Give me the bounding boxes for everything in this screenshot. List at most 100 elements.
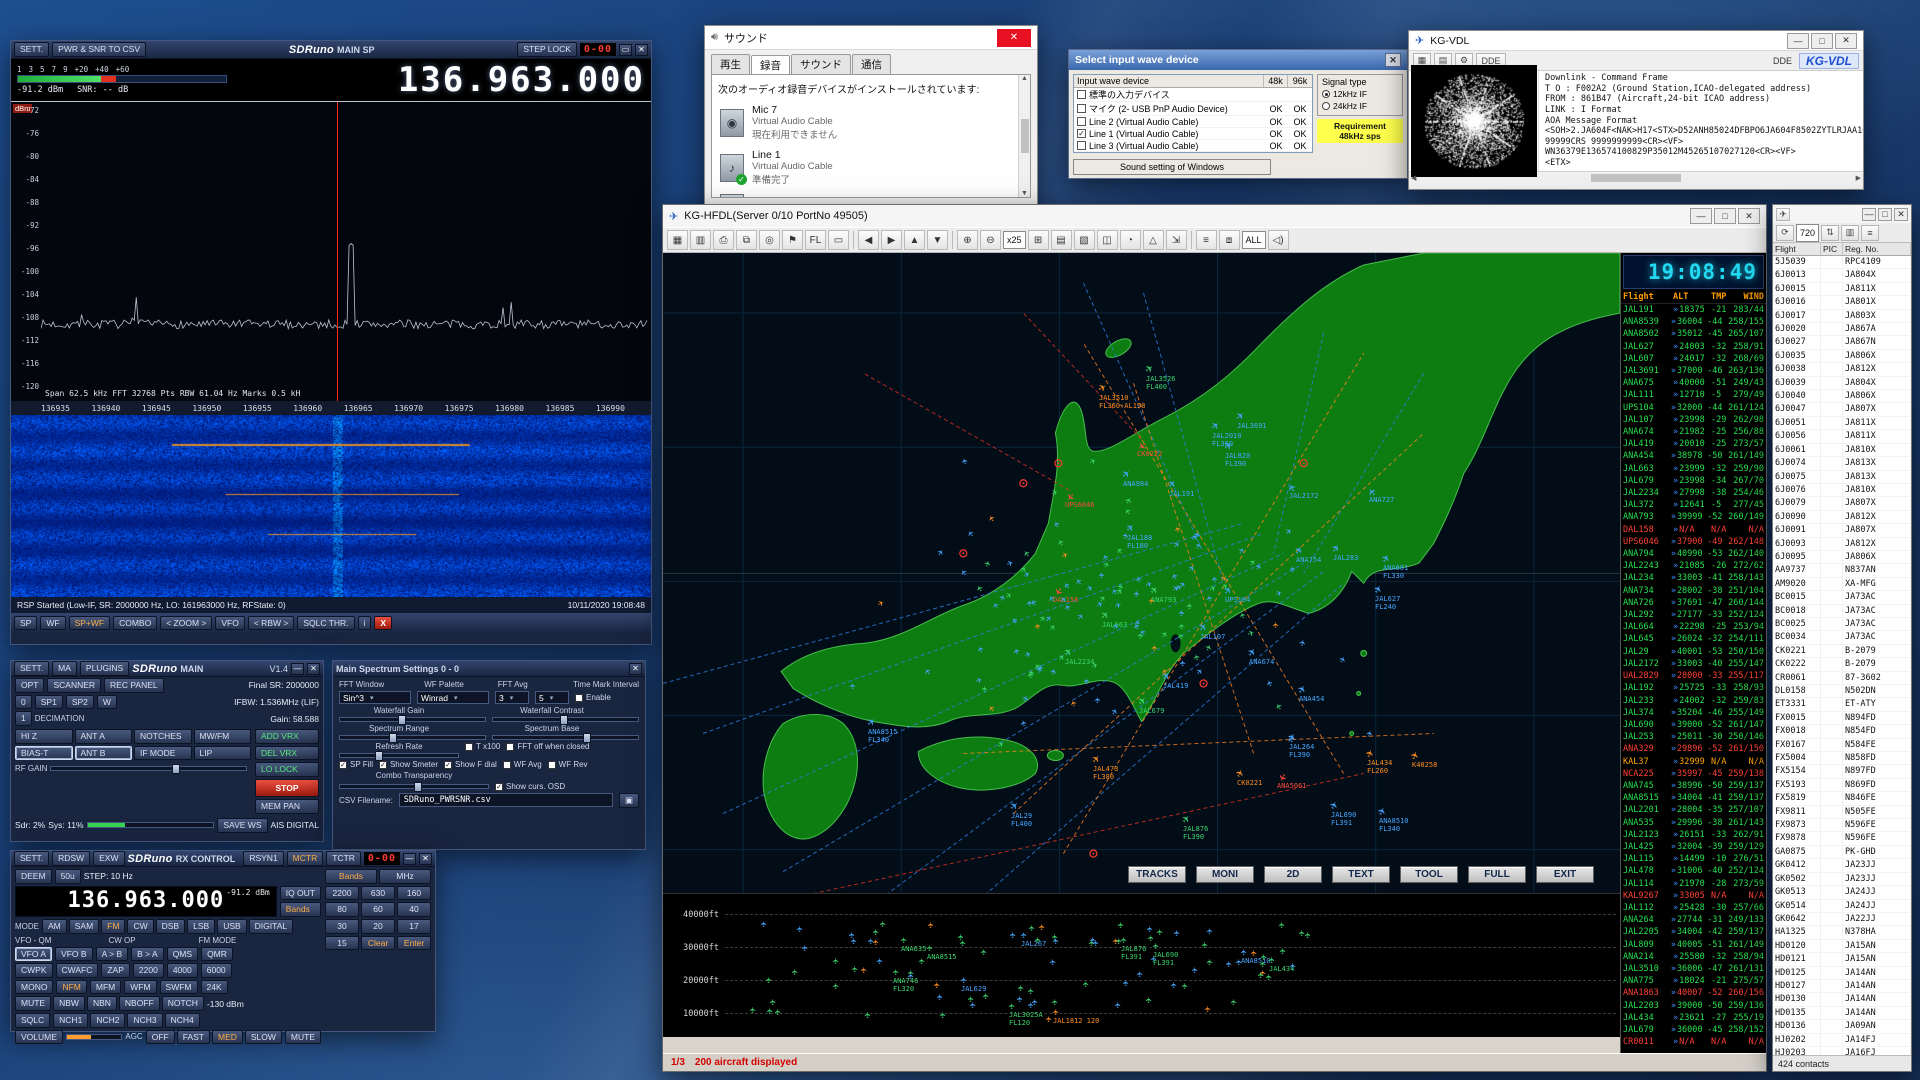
add-vrx-button[interactable]: ADD VRX [255,729,319,744]
fm-submode-button[interactable]: MONO [15,980,53,995]
aircraft-marker[interactable]: ✈ [1273,614,1280,632]
close-button[interactable]: ✕ [1385,53,1401,67]
aircraft-marker[interactable]: ✈ [1162,624,1169,642]
aircraft-marker[interactable]: ✈ [1175,518,1182,536]
aircraft-marker[interactable]: ✈JAL3691 [1237,406,1267,431]
aircraft-marker[interactable]: ✈ [1103,546,1110,564]
sett-button[interactable]: SETT. [14,661,49,676]
aircraft-marker[interactable]: ✈K40258 [1412,745,1437,770]
minimize-button[interactable]: — [1690,208,1712,224]
aircraft-marker[interactable]: ✈ [1023,688,1030,706]
device-checkbox[interactable] [1077,117,1086,126]
flight-row[interactable]: JAL115 14499 -10 276/51 [1621,853,1766,865]
contact-row[interactable]: HD0130 JA14AN [1773,993,1911,1006]
contact-row[interactable]: HD0136 JA09AN [1773,1020,1911,1033]
grid-icon[interactable]: ▦ [667,230,688,250]
band-key[interactable]: 160 [397,886,431,901]
vfo-button[interactable]: B > A [131,947,164,962]
aircraft-marker[interactable]: ✈ [1123,525,1130,543]
aircraft-marker[interactable]: ✈ [1197,661,1204,679]
flight-row[interactable]: JAL478 31006 -40 252/124 [1621,865,1766,877]
aircraft-marker[interactable]: ✈JAL627 FL240 [1375,579,1400,611]
display-checkbox[interactable]: WF Avg [503,760,542,769]
aircraft-marker[interactable]: ✈ [1210,578,1217,596]
waterfall-contrast-slider[interactable] [492,717,639,722]
aircraft-marker[interactable]: ✈UPS6046 [1065,485,1095,510]
save-icon[interactable]: ▥ [1841,225,1859,241]
aircraft-marker[interactable]: ✈CK0221 [1237,763,1262,788]
contact-row[interactable]: 6J0016 JA801X [1773,296,1911,309]
spectrum-display[interactable]: dBm Span 62.5 kHz FFT 32768 Pts RBW 61.0… [11,101,651,401]
flight-row[interactable]: JAL2234 27998 -38 254/46 [1621,487,1766,499]
flight-row[interactable]: NCA225 35997 -45 259/138 [1621,768,1766,780]
agc-button[interactable]: SLOW [245,1030,282,1045]
settings-titlebar[interactable]: Main Spectrum Settings 0 - 0 ✕ [333,661,645,677]
prev-icon[interactable]: ◀ [858,230,879,250]
fm-submode-button[interactable]: NFM [56,980,86,995]
wave-dialog-titlebar[interactable]: Select input wave device ✕ [1069,50,1407,70]
aircraft-marker[interactable]: ✈ [1113,616,1120,634]
sqlc-button[interactable]: SQLC [15,1013,50,1028]
flight-row[interactable]: JAL192 25725 -33 258/93 [1621,682,1766,694]
flight-row[interactable]: JAL2172 33003 -40 255/147 [1621,658,1766,670]
vfo-button[interactable]: VFO B [55,947,93,962]
aircraft-marker[interactable]: ✈ [1240,604,1247,622]
aircraft-marker[interactable]: ✈ [852,958,859,976]
aircraft-marker[interactable]: ✈ [1010,924,1017,942]
contact-row[interactable]: 6J0093 JA812X [1773,538,1911,551]
ant-a-button[interactable]: ANT A [75,729,133,744]
clear-button[interactable]: Clear [361,936,395,951]
vfo-button[interactable]: VFO A [15,947,52,962]
aircraft-marker[interactable]: ✈ [1267,672,1274,690]
wave-device-row[interactable]: Line 3 (Virtual Audio Cable) OK OK [1074,140,1312,152]
aircraft-marker[interactable]: ✈ANA674 [1249,642,1274,667]
aircraft-marker[interactable]: ✈ [1174,534,1181,552]
aircraft-marker[interactable]: ✈ [767,1000,774,1018]
aircraft-marker[interactable]: ✈ [938,542,945,560]
aircraft-marker[interactable]: ✈ [1099,564,1106,582]
aircraft-marker[interactable]: ✈ [1140,621,1147,639]
aircraft-marker[interactable]: ✈ [1179,615,1186,633]
flight-row[interactable]: JAL434 23621 -27 255/19 [1621,1012,1766,1024]
if-mode-button[interactable]: IF MODE [134,746,192,761]
aircraft-marker[interactable]: ✈ [1092,655,1099,673]
aircraft-marker[interactable]: ✈ [850,675,857,693]
contact-row[interactable]: BC0015 JA73AC [1773,591,1911,604]
ma-button[interactable]: MA [52,661,77,676]
contact-row[interactable]: GK0412 JA23JJ [1773,859,1911,872]
contact-row[interactable]: 6J0017 JA803X [1773,310,1911,323]
contact-row[interactable]: 6J0047 JA807X [1773,403,1911,416]
sett-button[interactable]: SETT. [14,851,49,866]
zoom-in-icon[interactable]: ⊕ [957,230,978,250]
wave-device-row[interactable]: Line 2 (Virtual Audio Cable) OK OK [1074,116,1312,128]
shape-icon[interactable]: ◫ [1097,230,1118,250]
notches-button[interactable]: NOTCHES [134,729,192,744]
close-button[interactable]: ✕ [629,663,642,675]
contacts-titlebar[interactable]: ✈ — □ ✕ [1773,205,1911,223]
filter-button[interactable]: 4000 [167,963,198,978]
contact-row[interactable]: FX5193 N869FD [1773,779,1911,792]
filter-button[interactable]: CWPK [15,963,53,978]
aircraft-marker[interactable]: ✈ [861,959,868,977]
aircraft-marker[interactable]: ✈ [1050,951,1057,969]
mode-button[interactable]: SAM [69,919,99,934]
aircraft-marker[interactable]: ✈ [1046,1008,1053,1026]
contact-row[interactable]: 6J0020 JA867A [1773,323,1911,336]
aircraft-marker[interactable]: ✈ [1152,637,1159,655]
contact-row[interactable]: HA1325 N378HA [1773,926,1911,939]
fm-submode-button[interactable]: WFM [124,980,156,995]
close-button[interactable]: ✕ [997,29,1031,47]
contact-row[interactable]: FX5154 N897FD [1773,765,1911,778]
aircraft-marker[interactable]: ✈ [1180,652,1187,670]
aircraft-marker[interactable]: ✈ [766,969,773,987]
sp-toolbar-button[interactable]: SQLC THR. [297,616,354,631]
map-button[interactable]: TRACKS [1128,866,1186,883]
flight-row[interactable]: KAL37 32999 N/A N/A [1621,756,1766,768]
contact-row[interactable]: HD0121 JA15AN [1773,953,1911,966]
aircraft-marker[interactable]: ✈ [937,986,944,1004]
sp1-button[interactable]: SP1 [35,695,63,710]
flight-row[interactable]: JAL627 24003 -32 258/91 [1621,341,1766,353]
aircraft-marker[interactable]: ✈ [792,961,799,979]
rdsw-button[interactable]: RDSW [52,851,90,866]
aircraft-marker[interactable]: ✈ [880,913,887,931]
